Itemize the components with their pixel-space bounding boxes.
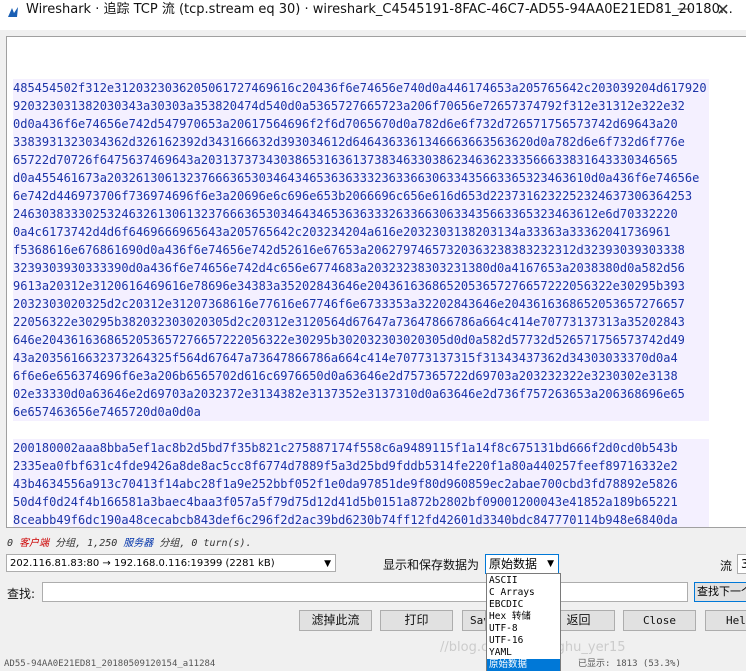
stream-number-label: 流	[720, 559, 733, 573]
stream-line: 6f6e6e656374696f6e3a206b6565702d616c6976…	[13, 367, 709, 385]
stream-line: 6e657463656e7465720d0a0d0a	[13, 403, 709, 421]
stream-line: 22056322e30295b382032303020305d2c20312e3…	[13, 313, 709, 331]
filter-out-stream-button[interactable]: 滤掉此流	[299, 610, 372, 631]
stream-line: 02e33330d0a63646e2d69703a2032372e3134382…	[13, 385, 709, 403]
stream-line: 9613a20312e3120616469616e78696e34383a352…	[13, 277, 709, 295]
server-label: 服务器	[123, 538, 154, 549]
format-select[interactable]: 原始数据 ▼	[485, 554, 559, 574]
format-option[interactable]: Hex 转储	[487, 611, 560, 623]
chevron-down-icon: ▼	[324, 559, 331, 569]
stream-content-pane[interactable]: 485454502f312e3120323036205061727469616c…	[6, 36, 746, 528]
stream-line: 65722d70726f6475637469643a20313737343038…	[13, 151, 709, 169]
save-as-button[interactable]: Save as…	[462, 610, 486, 631]
format-selected-value: 原始数据	[489, 557, 538, 571]
capture-file-name: AD55-94AA0E21ED81_20180509120154_a11284	[4, 659, 216, 669]
title-bar: Wireshark · 追踪 TCP 流 (tcp.stream eq 30) …	[0, 0, 746, 30]
stream-line: 8ceabb49f6dc190a48cecabcb843def6c296f2d2…	[13, 511, 709, 527]
stream-line: 43b4634556a913c70413f14abc28f1a9e252bbf0…	[13, 475, 709, 493]
format-label: 显示和保存数据为	[383, 558, 480, 572]
stream-line: 485454502f312e3120323036205061727469616c…	[13, 79, 709, 97]
stream-line: 0a4c6173742d4d6f6469666965643a205765642c…	[13, 223, 709, 241]
stream-line: 43a2035616632373264325f564d67647a7364786…	[13, 349, 709, 367]
stream-line: 920323031382030343a30303a353820474d540d0…	[13, 97, 709, 115]
server-packet-count: 1,250	[87, 538, 118, 549]
stream-line: 6e742d446973706f736974696f6e3a20696e6c69…	[13, 187, 709, 205]
stream-line: 2032303020325d2c20312e31207368616e77616e…	[13, 295, 709, 313]
find-label: 查找:	[7, 587, 36, 601]
wireshark-fin-icon	[8, 7, 18, 17]
find-next-button[interactable]: 查找下一个	[694, 582, 746, 602]
stream-line: 646e2043616368652053657276657222056322e3…	[13, 331, 709, 349]
client-packet-count: 0	[7, 538, 14, 549]
stream-line: d0a455461673a203261306132376663653034643…	[13, 169, 709, 187]
window-title: Wireshark · 追踪 TCP 流 (tcp.stream eq 30) …	[26, 2, 733, 17]
stream-line: 0d0a436f6e74656e742d547970653a2061756469…	[13, 115, 709, 133]
format-option[interactable]: YAML	[487, 647, 560, 659]
close-button[interactable]: Close	[623, 610, 696, 631]
packets-label: 分组,	[55, 538, 82, 549]
format-option[interactable]: C Arrays	[487, 587, 560, 599]
stream-line: 200180002aaa8bba5ef1ac8b2d5bd7f35b821c27…	[13, 439, 709, 457]
stream-line: 2335ea0fbf631c4fde9426a8de8ac5cc8f6774d7…	[13, 457, 709, 475]
minimize-button[interactable]: —	[670, 0, 698, 22]
format-option[interactable]: ASCII	[487, 575, 560, 587]
chevron-down-icon: ▼	[547, 559, 554, 569]
stream-line: 50d4f0d24f4b166581a3baec4baa3f057a5f79d7…	[13, 493, 709, 511]
conversation-select[interactable]: 202.116.81.83:80 → 192.168.0.116:19399 (…	[6, 554, 336, 572]
stream-line	[13, 421, 709, 439]
print-button[interactable]: 打印	[380, 610, 453, 631]
stream-lines: 485454502f312e3120323036205061727469616c…	[13, 79, 709, 527]
turn-count: 0 turn(s).	[191, 538, 252, 549]
stream-line: 3383931323034362d326162392d343166632d393…	[13, 133, 709, 151]
main-status-bar: AD55-94AA0E21ED81_20180509120154_a11284 …	[0, 658, 746, 671]
find-input[interactable]	[42, 582, 688, 602]
packets-label: 分组,	[159, 538, 186, 549]
conversation-selected-value: 202.116.81.83:80 → 192.168.0.116:19399 (…	[10, 558, 275, 569]
format-dropdown: ASCII C Arrays EBCDIC Hex 转储 UTF-8 UTF-16 YAML…	[486, 573, 561, 671]
help-button[interactable]: Help	[705, 610, 746, 631]
format-option[interactable]: 原始数据	[487, 659, 560, 671]
stream-stats: 0 客户端 分组, 1,250 服务器 分组, 0 turn(s).	[7, 534, 252, 549]
format-option[interactable]: UTF-8	[487, 623, 560, 635]
client-label: 客户端	[19, 538, 50, 549]
format-option[interactable]: EBCDIC	[487, 599, 560, 611]
displayed-count: 已显示: 1813 (53.3%)	[578, 659, 681, 669]
close-window-button[interactable]: ✕	[704, 0, 742, 22]
format-option[interactable]: UTF-16	[487, 635, 560, 647]
stream-number-spinbox[interactable]: 3	[737, 554, 746, 574]
stream-line: 3239303930333390d0a436f6e74656e742d4c656…	[13, 259, 709, 277]
stream-line: f5368616e676861690d0a436f6e74656e742d526…	[13, 241, 709, 259]
stream-line: 2463038333025324632613061323766636530346…	[13, 205, 709, 223]
